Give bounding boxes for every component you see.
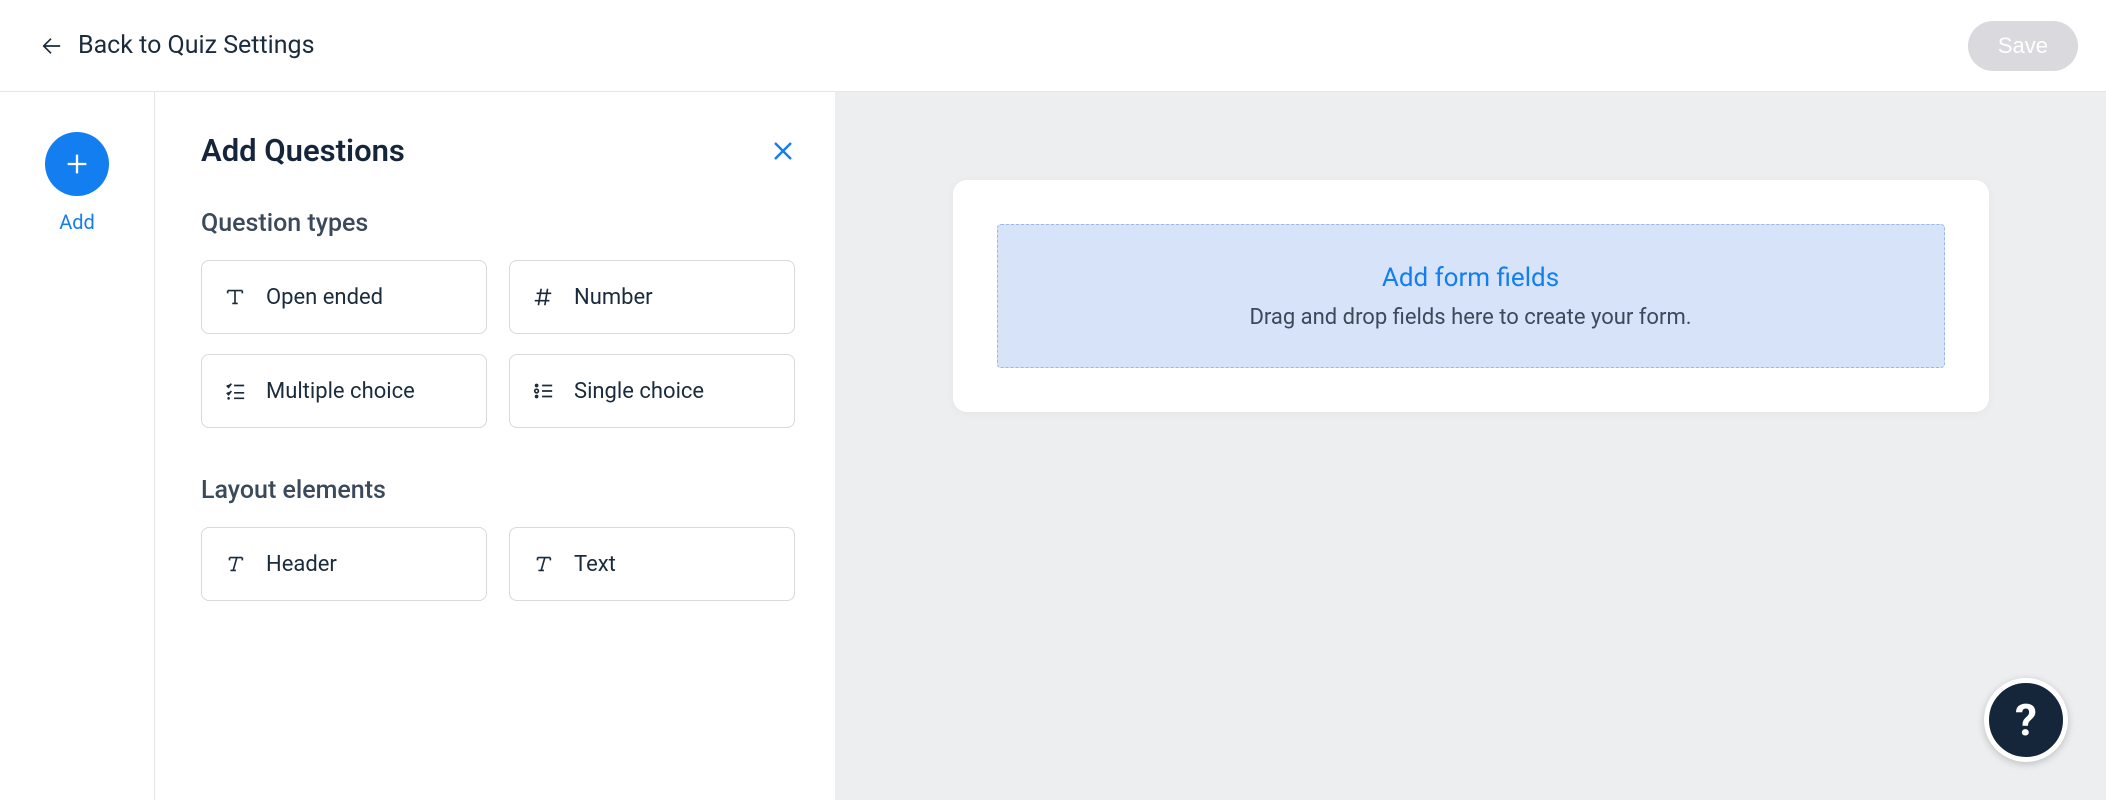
question-types-grid: Open ended Number Multiple choice Single…: [201, 260, 795, 428]
dropzone-title: Add form fields: [1382, 263, 1559, 293]
card-open-ended[interactable]: Open ended: [201, 260, 487, 334]
close-panel-button[interactable]: [771, 139, 795, 163]
dropzone-subtitle: Drag and drop fields here to create your…: [1249, 305, 1691, 330]
add-label: Add: [59, 210, 95, 234]
dropzone[interactable]: Add form fields Drag and drop fields her…: [997, 224, 1945, 368]
topbar: Back to Quiz Settings Save: [0, 0, 2106, 92]
arrow-left-icon: [40, 35, 62, 57]
add-questions-panel: Add Questions Question types Open ended …: [155, 92, 835, 800]
left-rail: Add: [0, 92, 155, 800]
section-title-question-types: Question types: [201, 209, 795, 238]
panel-header: Add Questions: [201, 132, 795, 169]
help-button[interactable]: ?: [1984, 678, 2068, 762]
card-label: Text: [574, 552, 616, 577]
back-label: Back to Quiz Settings: [78, 31, 314, 60]
card-label: Single choice: [574, 379, 704, 404]
card-label: Header: [266, 552, 337, 577]
card-number[interactable]: Number: [509, 260, 795, 334]
hash-icon: [530, 284, 556, 310]
card-text[interactable]: Text: [509, 527, 795, 601]
card-single-choice[interactable]: Single choice: [509, 354, 795, 428]
panel-title: Add Questions: [201, 132, 405, 169]
form-card: Add form fields Drag and drop fields her…: [953, 180, 1989, 412]
back-button[interactable]: Back to Quiz Settings: [40, 31, 314, 60]
close-icon: [771, 139, 795, 163]
card-label: Multiple choice: [266, 379, 415, 404]
card-multiple-choice[interactable]: Multiple choice: [201, 354, 487, 428]
card-label: Number: [574, 285, 653, 310]
main-area: Add Add Questions Question types Open en…: [0, 92, 2106, 800]
italic-t-icon: [222, 551, 248, 577]
italic-t-icon: [530, 551, 556, 577]
text-t-icon: [222, 284, 248, 310]
card-header[interactable]: Header: [201, 527, 487, 601]
form-canvas: Add form fields Drag and drop fields her…: [835, 92, 2106, 800]
plus-icon: [63, 150, 91, 178]
help-icon: ?: [2015, 694, 2037, 746]
radiolist-icon: [530, 378, 556, 404]
checklist-icon: [222, 378, 248, 404]
section-title-layout-elements: Layout elements: [201, 476, 795, 505]
save-button[interactable]: Save: [1968, 21, 2078, 71]
add-button[interactable]: [45, 132, 109, 196]
layout-elements-grid: Header Text: [201, 527, 795, 601]
card-label: Open ended: [266, 285, 383, 310]
